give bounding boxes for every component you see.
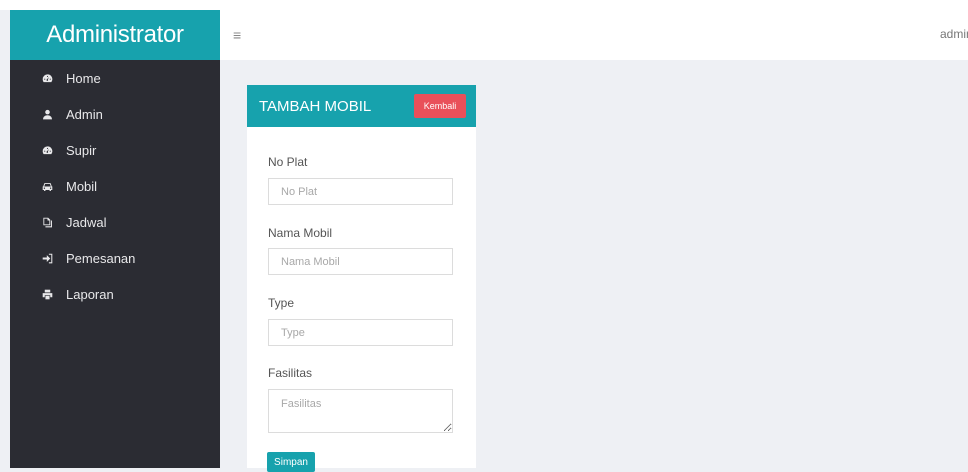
sidebar-item-label: Pemesanan [66,250,136,266]
sidebar-item-jadwal[interactable]: Jadwal [10,208,220,236]
back-button[interactable]: Kembali [414,94,466,118]
nama-mobil-label: Nama Mobil [268,226,333,240]
user-icon [40,109,54,120]
brand-logo[interactable]: Administrator [10,10,220,60]
dashboard-icon [40,145,54,156]
no-plat-label: No Plat [268,155,308,169]
sidebar-item-label: Jadwal [66,214,107,230]
type-input[interactable] [268,319,453,346]
print-icon [40,289,54,300]
sidebar-item-home[interactable]: Home [10,64,220,92]
car-icon [40,181,54,192]
form-title: TAMBAH MOBIL [259,98,372,115]
sidebar-item-mobil[interactable]: Mobil [10,172,220,200]
sidebar-item-label: Mobil [66,178,98,194]
sidebar-item-laporan[interactable]: Laporan [10,280,220,308]
save-button[interactable]: Simpan [267,452,315,472]
sidebar: Home Admin Supir Mobil Jadwal Pemesanan [10,60,220,468]
no-plat-input[interactable] [268,178,453,205]
sidebar-item-label: Laporan [66,286,114,302]
sidebar-item-label: Home [66,70,101,86]
sidebar-item-supir[interactable]: Supir [10,136,220,164]
sidebar-item-label: Admin [66,106,103,122]
add-car-form-card: TAMBAH MOBIL Kembali No Plat Nama Mobil … [247,85,476,472]
top-strip [0,0,968,10]
card-header: TAMBAH MOBIL Kembali [247,85,476,127]
dashboard-icon [40,73,54,84]
menu-toggle-icon[interactable]: ≡ [233,27,241,43]
user-menu[interactable]: admin [940,27,968,41]
nama-mobil-input[interactable] [268,248,453,275]
fasilitas-textarea[interactable] [268,389,453,433]
type-label: Type [268,296,295,310]
sidebar-item-label: Supir [66,142,97,158]
fasilitas-label: Fasilitas [268,366,313,380]
sidebar-item-admin[interactable]: Admin [10,100,220,128]
sidebar-item-pemesanan[interactable]: Pemesanan [10,244,220,272]
sign-in-icon [40,253,54,264]
copy-icon [40,217,54,228]
top-header: ≡ admin [220,10,968,60]
